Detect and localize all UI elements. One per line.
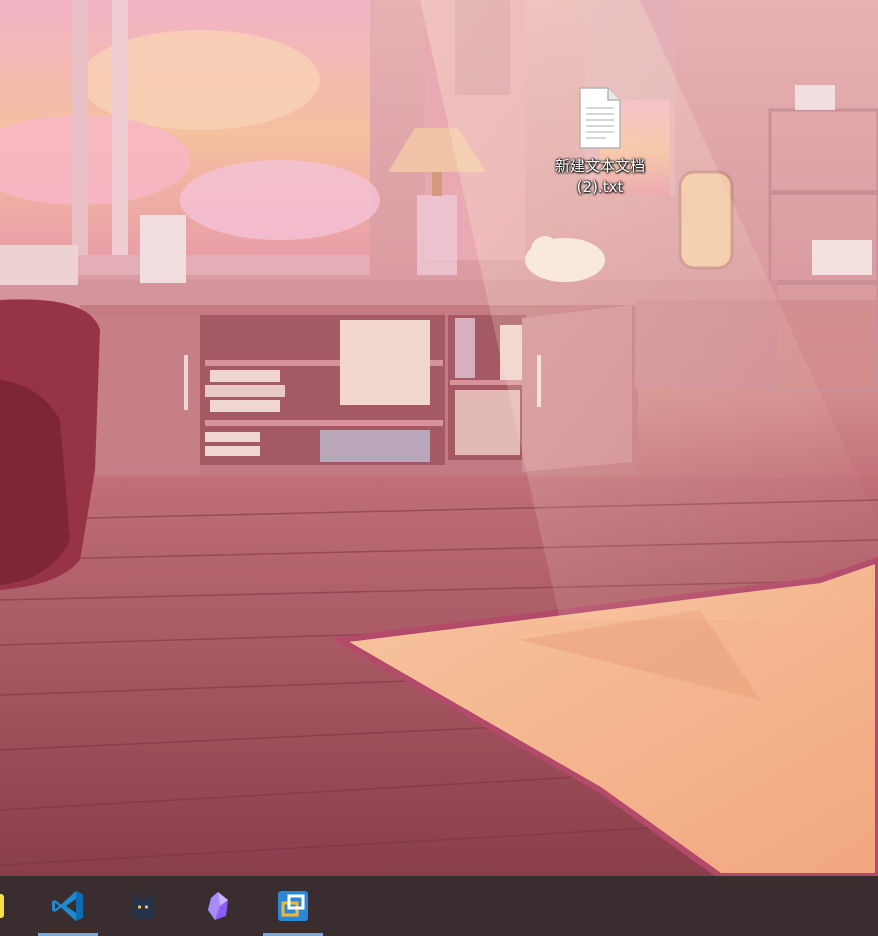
crystal-icon	[208, 892, 228, 920]
partial-app-icon	[0, 894, 4, 918]
vscode-icon	[52, 891, 83, 921]
taskbar	[0, 876, 878, 936]
taskbar-app-remote-desktop[interactable]	[263, 876, 323, 936]
taskbar-app-crystal[interactable]	[188, 876, 248, 936]
text-file-icon	[579, 87, 621, 149]
taskbar-app-vscode[interactable]	[38, 876, 98, 936]
taskbar-app-partial[interactable]	[0, 876, 20, 936]
desktop[interactable]: 新建文本文档 (2).txt	[0, 0, 878, 876]
taskbar-app-cat[interactable]	[113, 876, 173, 936]
desktop-icon-text-file[interactable]: 新建文本文档 (2).txt	[540, 86, 660, 210]
cat-icon	[133, 893, 153, 919]
remote-desktop-icon	[278, 891, 308, 921]
wallpaper	[0, 0, 878, 876]
desktop-icon-label: 新建文本文档 (2).txt	[554, 157, 645, 196]
